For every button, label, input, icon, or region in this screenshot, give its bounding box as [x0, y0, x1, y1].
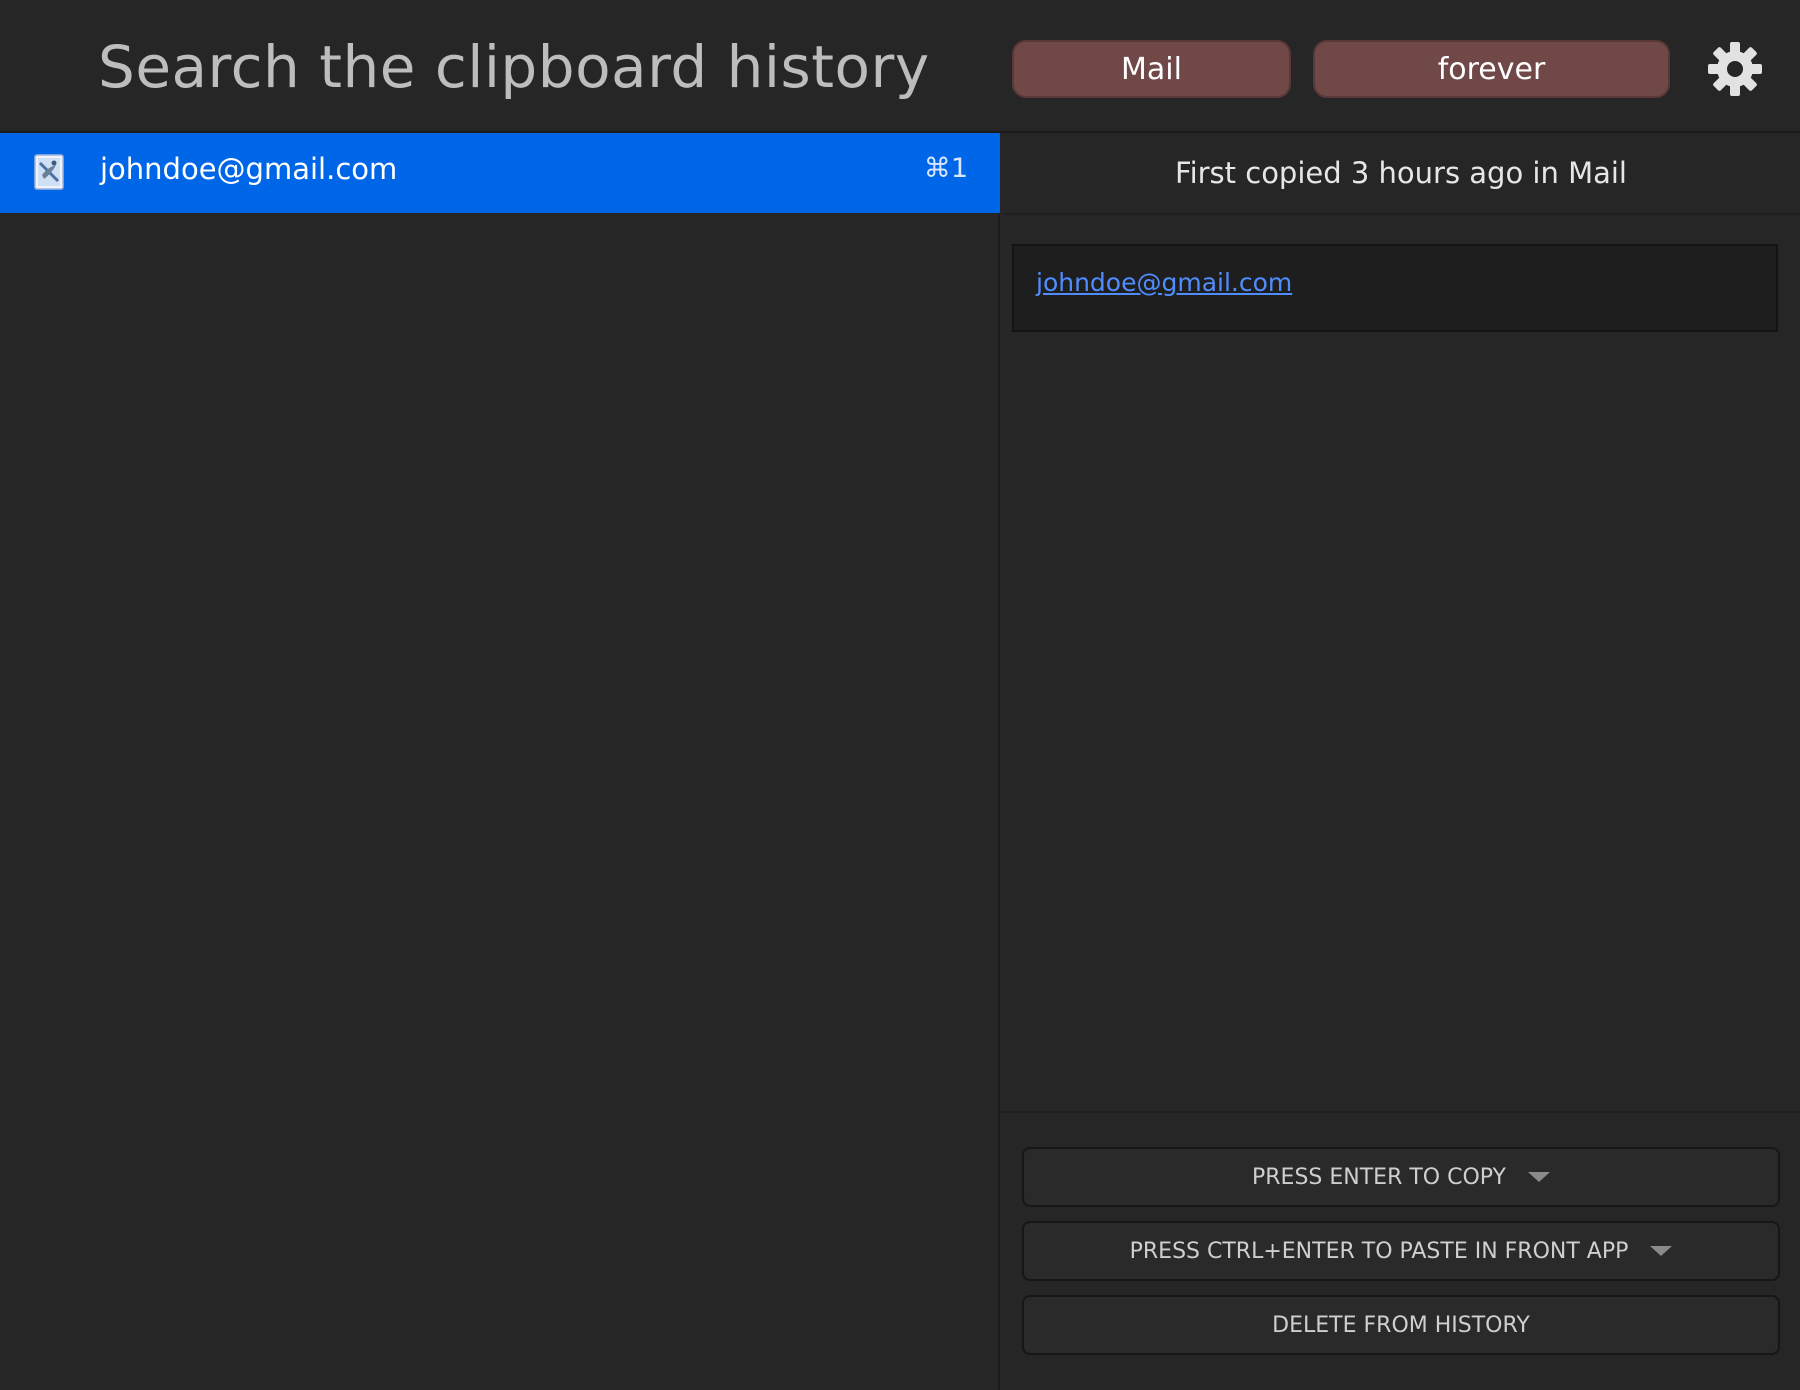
copied-info: First copied 3 hours ago in Mail	[1002, 133, 1800, 215]
copy-button[interactable]: PRESS ENTER TO COPY	[1022, 1147, 1780, 1207]
list-item-shortcut: ⌘1	[923, 153, 968, 184]
header: Mail forever	[0, 0, 1800, 133]
mail-app-icon	[32, 153, 66, 191]
preview-email-link[interactable]: johndoe@gmail.com	[1036, 268, 1292, 297]
actions-panel: PRESS ENTER TO COPY PRESS CTRL+ENTER TO …	[1002, 1111, 1800, 1390]
app-filter-button[interactable]: Mail	[1012, 40, 1291, 98]
time-range-filter-button[interactable]: forever	[1313, 40, 1670, 98]
delete-button[interactable]: DELETE FROM HISTORY	[1022, 1295, 1780, 1355]
gear-icon[interactable]	[1706, 40, 1764, 98]
list-item-text: johndoe@gmail.com	[100, 152, 398, 186]
paste-button-label: PRESS CTRL+ENTER TO PASTE IN FRONT APP	[1129, 1238, 1629, 1264]
list-item[interactable]: johndoe@gmail.com ⌘1	[0, 133, 1000, 213]
copy-button-label: PRESS ENTER TO COPY	[1252, 1164, 1506, 1190]
search-input[interactable]	[98, 22, 978, 112]
content-preview: johndoe@gmail.com	[1012, 244, 1778, 332]
delete-button-label: DELETE FROM HISTORY	[1272, 1312, 1530, 1338]
clipboard-history-window: Mail forever	[0, 0, 1800, 1390]
detail-pane: First copied 3 hours ago in Mail johndoe…	[1002, 133, 1800, 1390]
chevron-down-icon[interactable]	[1528, 1172, 1550, 1182]
chevron-down-icon[interactable]	[1650, 1246, 1673, 1256]
paste-button[interactable]: PRESS CTRL+ENTER TO PASTE IN FRONT APP	[1022, 1221, 1780, 1281]
clipboard-list: johndoe@gmail.com ⌘1	[0, 133, 1000, 1390]
